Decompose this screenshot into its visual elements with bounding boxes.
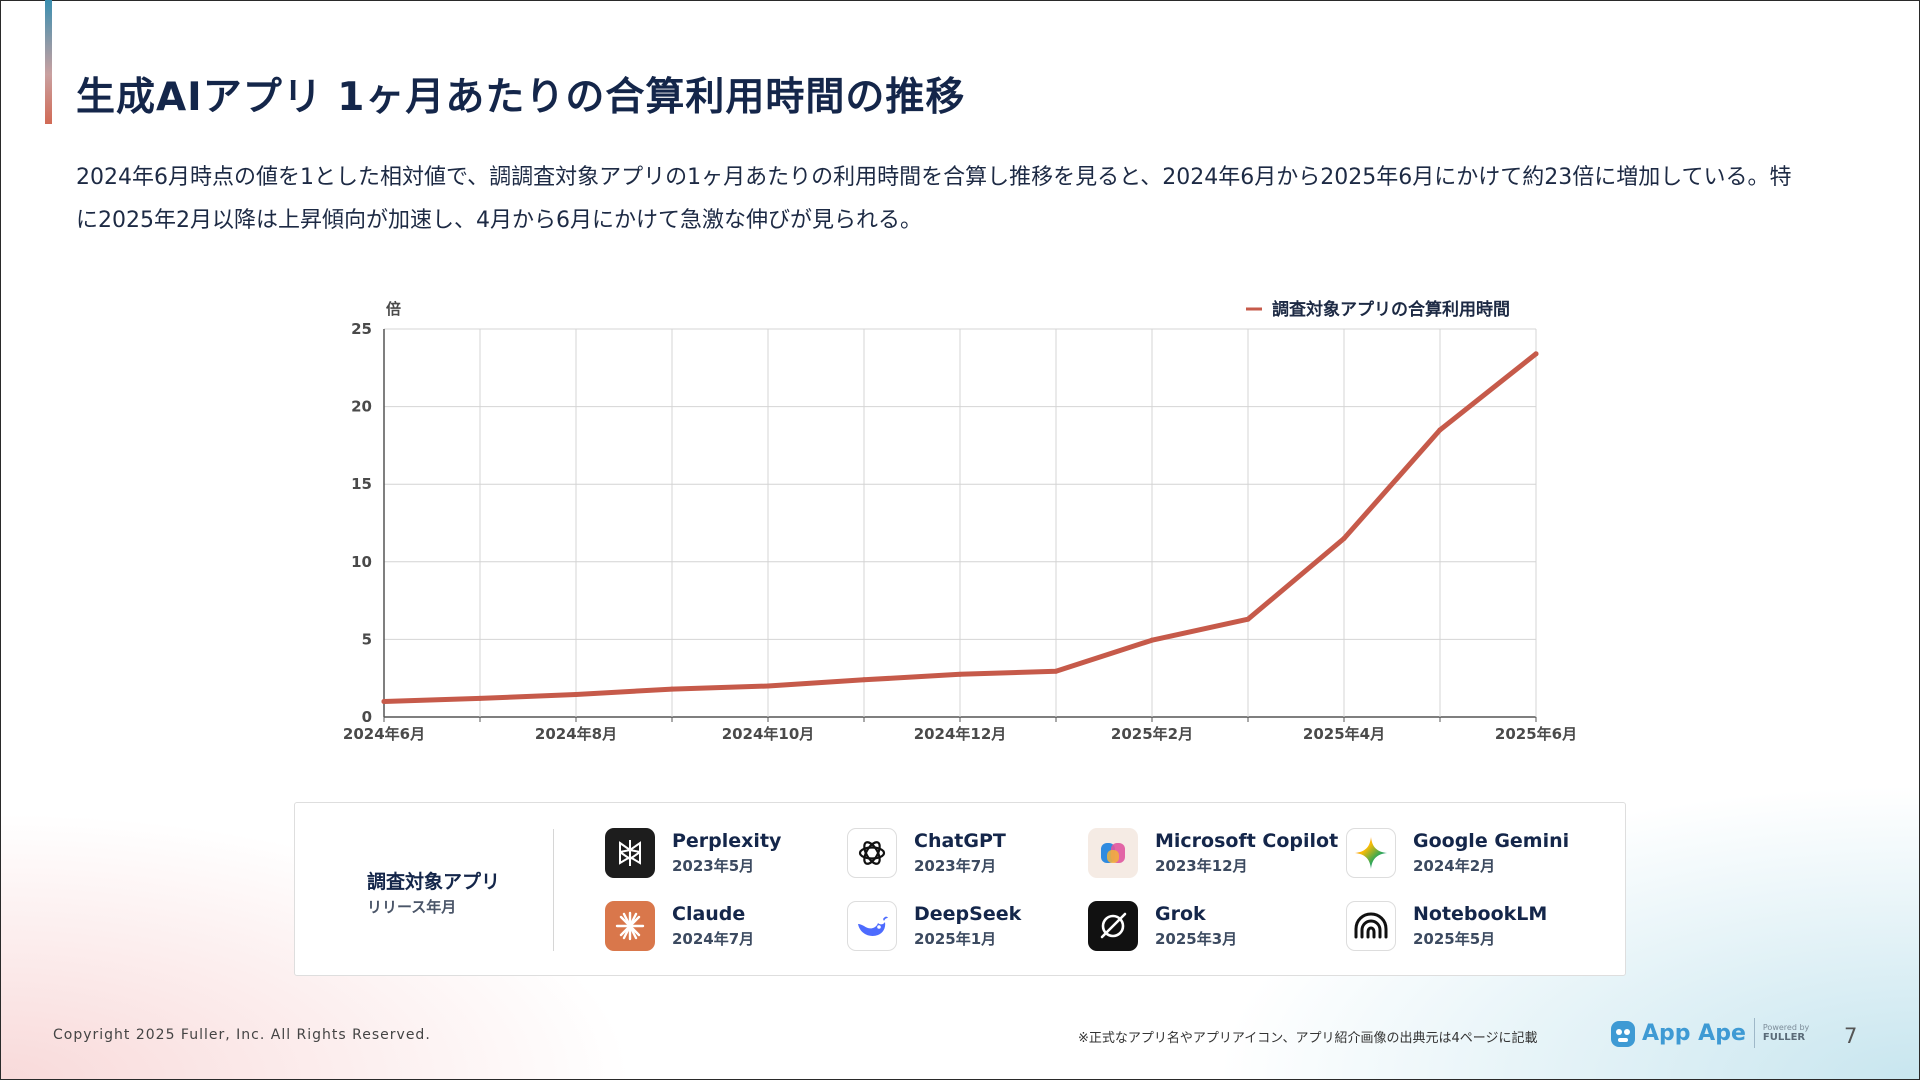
y-axis-label: 倍 <box>386 300 401 318</box>
app-release-date: 2024年2月 <box>1413 857 1496 875</box>
apps-subtitle: リリース年月 <box>367 898 457 916</box>
apps-heading: 調査対象アプリ リリース年月 <box>367 867 500 917</box>
y-tick-label: 25 <box>351 320 372 338</box>
app-item-chatgpt: ChatGPT 2023年7月 <box>847 828 1006 878</box>
app-release-date: 2025年5月 <box>1413 930 1496 948</box>
gemini-icon <box>1346 828 1396 878</box>
page-title: 生成AIアプリ 1ヶ月あたりの合算利用時間の推移 <box>76 75 966 120</box>
app-name: DeepSeek <box>914 903 1022 925</box>
y-tick-label: 10 <box>351 553 372 571</box>
apps-title: 調査対象アプリ <box>367 871 501 893</box>
x-tick-label: 2024年10月 <box>722 725 815 743</box>
app-name: Perplexity <box>672 830 782 852</box>
line-chart: 0 5 10 15 20 25 2024年6月 2024年8月 2024年10月 2024年12月… <box>343 299 1577 743</box>
grok-icon <box>1088 901 1138 951</box>
data-point <box>573 691 579 697</box>
page-number: 7 <box>1844 1024 1858 1048</box>
data-point <box>1533 351 1539 357</box>
notebooklm-icon <box>1346 901 1396 951</box>
app-item-google-gemini: Google Gemini 2024年2月 <box>1346 828 1569 878</box>
data-point <box>1437 427 1443 433</box>
fuller-logo-text: FULLER <box>1762 1032 1806 1043</box>
chatgpt-icon <box>847 828 897 878</box>
app-item-grok: Grok 2025年3月 <box>1088 901 1237 951</box>
copilot-icon <box>1088 828 1138 878</box>
app-ape-logo-icon <box>1611 1021 1635 1047</box>
y-tick-label: 0 <box>362 708 372 726</box>
claude-icon <box>605 901 655 951</box>
app-item-microsoft-copilot: Microsoft Copilot 2023年12月 <box>1088 828 1338 878</box>
data-point <box>1149 637 1155 643</box>
app-release-date: 2023年5月 <box>672 857 755 875</box>
data-point <box>1053 668 1059 674</box>
app-release-date: 2023年12月 <box>1155 857 1248 875</box>
target-apps-panel: 調査対象アプリ リリース年月 Perplexity 2023年5月 ChatGP… <box>294 802 1626 976</box>
app-item-notebooklm: NotebookLM 2025年5月 <box>1346 901 1547 951</box>
perplexity-icon <box>605 828 655 878</box>
data-point <box>765 683 771 689</box>
app-release-date: 2024年7月 <box>672 930 755 948</box>
x-tick-label: 2025年2月 <box>1111 725 1193 743</box>
app-release-date: 2025年1月 <box>914 930 997 948</box>
app-item-claude: Claude 2024年7月 <box>605 901 754 951</box>
data-point <box>381 698 387 704</box>
app-item-deepseek: DeepSeek 2025年1月 <box>847 901 1021 951</box>
data-point <box>669 686 675 692</box>
app-name: Grok <box>1155 903 1206 925</box>
x-tick-label: 2024年12月 <box>914 725 1007 743</box>
description-text: 2024年6月時点の値を1とした相対値で、調調査対象アプリの1ヶ月あたりの利用時… <box>76 165 1792 233</box>
apps-divider <box>553 829 554 951</box>
app-name: Claude <box>672 903 746 925</box>
y-tick-label: 15 <box>351 475 372 493</box>
data-point <box>957 671 963 677</box>
x-tick-label: 2025年4月 <box>1303 725 1385 743</box>
footer-copyright: Copyright 2025 Fuller, Inc. All Rights R… <box>53 1027 431 1043</box>
app-name: ChatGPT <box>914 830 1006 852</box>
data-point <box>861 677 867 683</box>
app-name: NotebookLM <box>1413 903 1548 925</box>
deepseek-icon <box>847 901 897 951</box>
app-release-date: 2023年7月 <box>914 857 997 875</box>
data-point <box>1341 536 1347 542</box>
data-point <box>1245 616 1251 622</box>
fuller-logo: Powered by FULLER <box>1763 1023 1809 1043</box>
legend-label: 調査対象アプリの合算利用時間 <box>1272 299 1510 320</box>
x-tick-label: 2024年6月 <box>343 725 425 743</box>
logo-separator <box>1753 1018 1755 1048</box>
data-point <box>477 695 483 701</box>
app-release-date: 2025年3月 <box>1155 930 1238 948</box>
app-name: Google Gemini <box>1413 830 1570 852</box>
x-tick-label: 2024年8月 <box>535 725 617 743</box>
app-item-perplexity: Perplexity 2023年5月 <box>605 828 781 878</box>
footer-source-note: ※正式なアプリ名やアプリアイコン、アプリ紹介画像の出典元は4ページに記載 <box>1078 1031 1538 1046</box>
title-accent-bar <box>45 0 52 124</box>
app-ape-logo: App Ape Powered by FULLER <box>1610 1018 1809 1048</box>
y-tick-label: 20 <box>351 398 372 416</box>
powered-by-text: Powered by <box>1762 1023 1810 1032</box>
app-ape-logo-text: App Ape <box>1642 1020 1746 1046</box>
y-tick-label: 5 <box>362 630 372 648</box>
x-tick-label: 2025年6月 <box>1495 725 1577 743</box>
app-name: Microsoft Copilot <box>1155 830 1339 852</box>
